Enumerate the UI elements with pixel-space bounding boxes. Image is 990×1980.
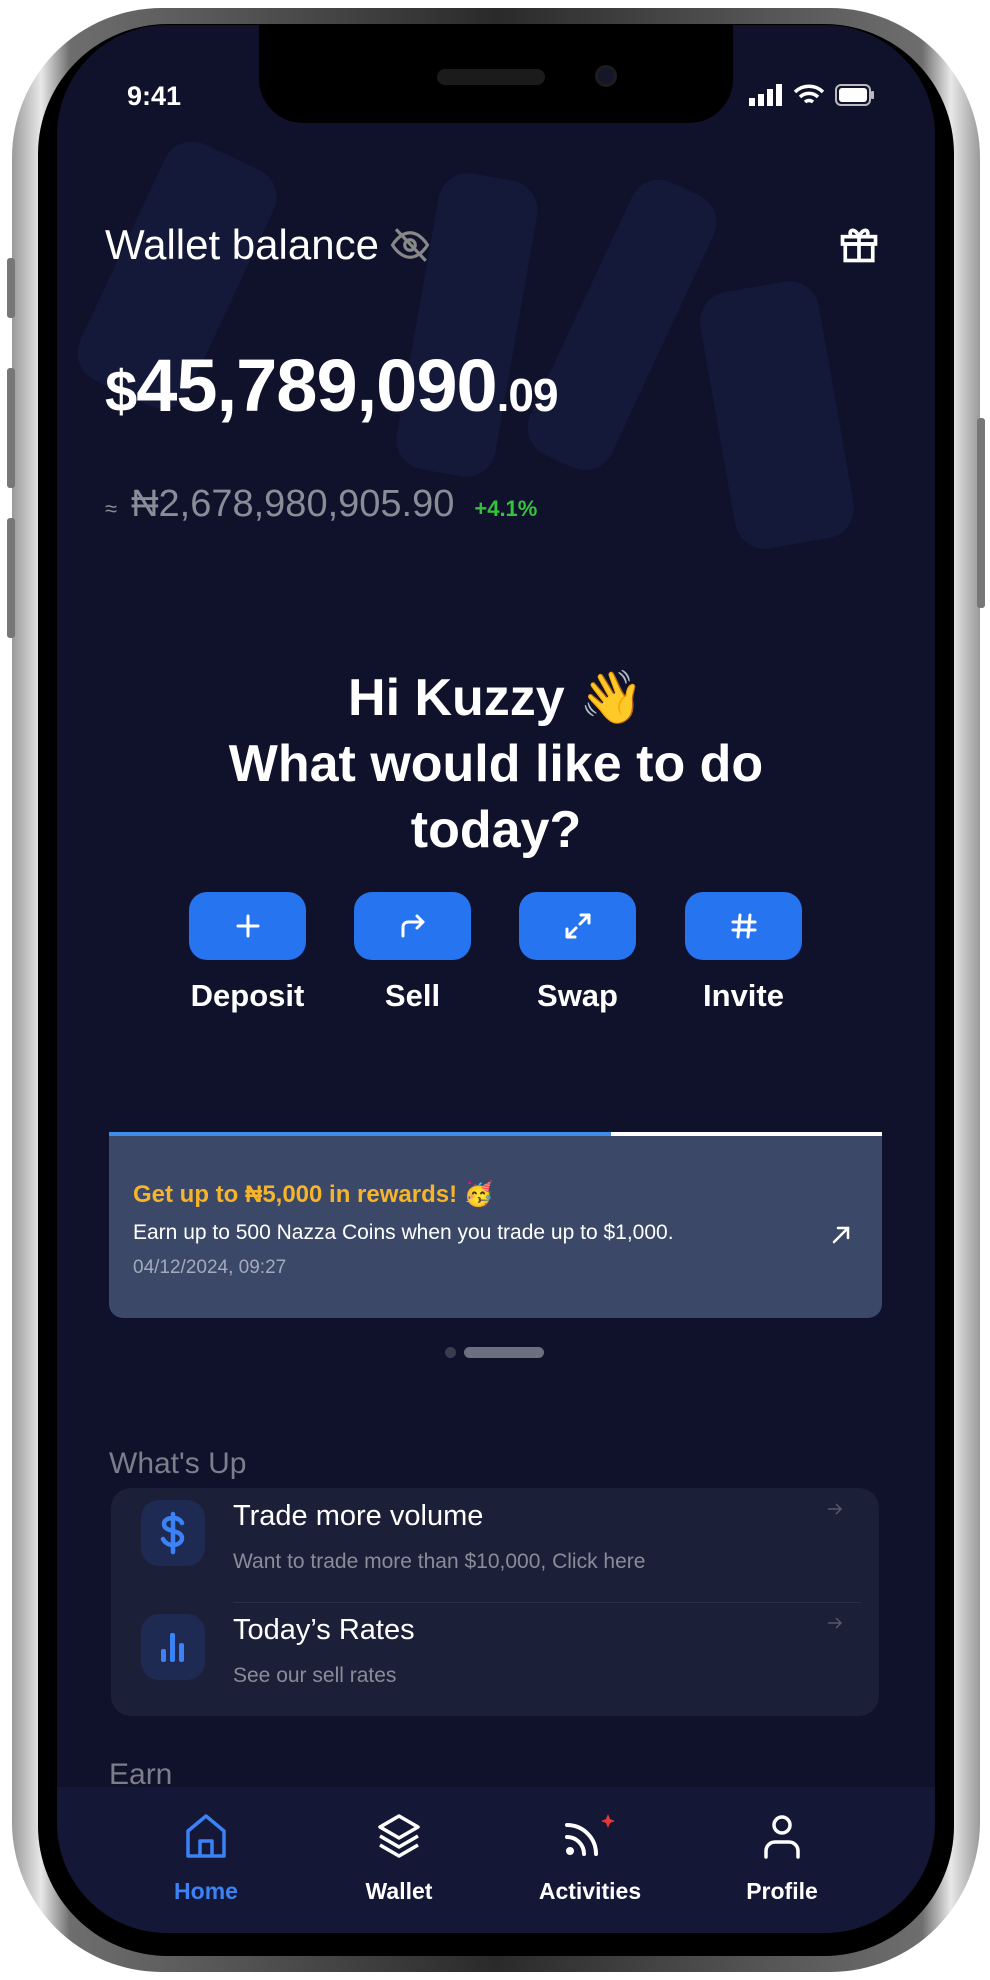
- deposit-label: Deposit: [190, 978, 305, 1013]
- status-time: 9:41: [127, 81, 182, 111]
- power-button: [977, 418, 985, 608]
- nav-label: Wallet: [365, 1878, 433, 1904]
- rewards-banner[interactable]: Get up to ₦5,000 in rewards! 🥳 Earn up t…: [109, 1136, 882, 1318]
- background-shape: [391, 168, 543, 482]
- gift-icon[interactable]: [837, 221, 881, 267]
- carousel-dot-active[interactable]: [464, 1347, 544, 1358]
- greeting: Hi Kuzzy 👋 What would like to do today?: [57, 665, 935, 863]
- hash-icon: [731, 913, 756, 939]
- approx-symbol: ≈: [105, 496, 118, 521]
- nav-label: Profile: [746, 1878, 818, 1904]
- share-arrow-icon: [401, 914, 424, 938]
- list-item-title: Trade more volume: [233, 1500, 484, 1532]
- background-shape: [695, 276, 859, 554]
- whats-up-list: Trade more volume Want to trade more tha…: [111, 1488, 879, 1716]
- balance-currency: $: [105, 359, 137, 424]
- background-shape: [517, 170, 727, 480]
- balance-cents: .09: [496, 369, 559, 421]
- nav-activities[interactable]: Activities: [515, 1813, 665, 1905]
- notch: [259, 25, 733, 123]
- banner-title: Get up to ₦5,000 in rewards! 🥳: [133, 1181, 494, 1208]
- nav-label: Home: [174, 1878, 238, 1904]
- list-item-subtitle: See our sell rates: [233, 1664, 397, 1687]
- list-item-subtitle: Want to trade more than $10,000, Click h…: [233, 1550, 646, 1573]
- wifi-icon: [793, 84, 825, 104]
- list-item-title: Today’s Rates: [233, 1614, 415, 1646]
- naira-equivalent: ₦2,678,980,905.90: [131, 483, 455, 525]
- whats-up-heading: What's Up: [109, 1447, 247, 1480]
- carousel-dots: [445, 1347, 544, 1358]
- banner-timestamp: 04/12/2024, 09:27: [133, 1257, 287, 1278]
- swap-label: Swap: [537, 978, 618, 1013]
- balance-whole: 45,789,090: [136, 344, 497, 427]
- nav-profile[interactable]: Profile: [707, 1813, 857, 1905]
- bottom-nav: Home Wallet Activities Profile: [57, 1787, 935, 1933]
- invite-button[interactable]: Invite: [685, 892, 802, 1014]
- arrow-up-right-icon[interactable]: [830, 1224, 852, 1246]
- balance-amount: $45,789,090.09: [105, 343, 559, 428]
- greeting-line2: What would like to do: [228, 735, 764, 793]
- layers-icon: [378, 1814, 420, 1858]
- carousel-dot[interactable]: [445, 1347, 456, 1358]
- wallet-balance-title: Wallet balance: [105, 221, 379, 268]
- plus-icon: [236, 914, 259, 938]
- battery-icon: [835, 84, 874, 106]
- deposit-button[interactable]: Deposit: [189, 892, 306, 1014]
- banner-description: Earn up to 500 Nazza Coins when you trad…: [133, 1221, 674, 1244]
- wallet-balance-header: Wallet balance: [105, 221, 431, 269]
- greeting-line1: Hi Kuzzy 👋: [348, 669, 644, 727]
- list-item-todays-rates[interactable]: Today’s Rates See our sell rates: [111, 1602, 879, 1716]
- arrow-right-icon: [828, 1617, 843, 1629]
- notification-badge: [601, 1814, 615, 1828]
- nav-wallet[interactable]: Wallet: [324, 1813, 474, 1905]
- dollar-icon: [160, 1511, 185, 1555]
- screen: 9:41 Wallet balance $45,789,090.09 ≈ ₦2,…: [57, 25, 935, 1933]
- status-icons: [749, 83, 875, 107]
- eye-off-icon[interactable]: [389, 224, 431, 266]
- swap-button[interactable]: Swap: [519, 892, 636, 1014]
- user-icon: [764, 1815, 800, 1859]
- home-icon: [186, 1814, 226, 1858]
- greeting-line3: today?: [410, 801, 582, 859]
- sell-button[interactable]: Sell: [354, 892, 471, 1014]
- arrow-right-icon: [828, 1503, 843, 1515]
- volume-up-button: [7, 368, 15, 488]
- expand-icon: [565, 913, 590, 939]
- volume-down-button: [7, 518, 15, 638]
- nav-home[interactable]: Home: [131, 1813, 281, 1905]
- list-item-trade-more-volume[interactable]: Trade more volume Want to trade more tha…: [111, 1488, 879, 1602]
- nav-label: Activities: [538, 1878, 642, 1904]
- change-percent: +4.1%: [474, 496, 538, 521]
- invite-label: Invite: [703, 978, 784, 1013]
- side-button: [7, 258, 15, 318]
- signal-icon: [749, 84, 782, 106]
- rss-feed-icon: [565, 1814, 615, 1856]
- naira-equivalent-row: ≈ ₦2,678,980,905.90 +4.1%: [105, 483, 537, 526]
- sell-label: Sell: [384, 978, 441, 1013]
- bar-chart-icon: [161, 1633, 184, 1662]
